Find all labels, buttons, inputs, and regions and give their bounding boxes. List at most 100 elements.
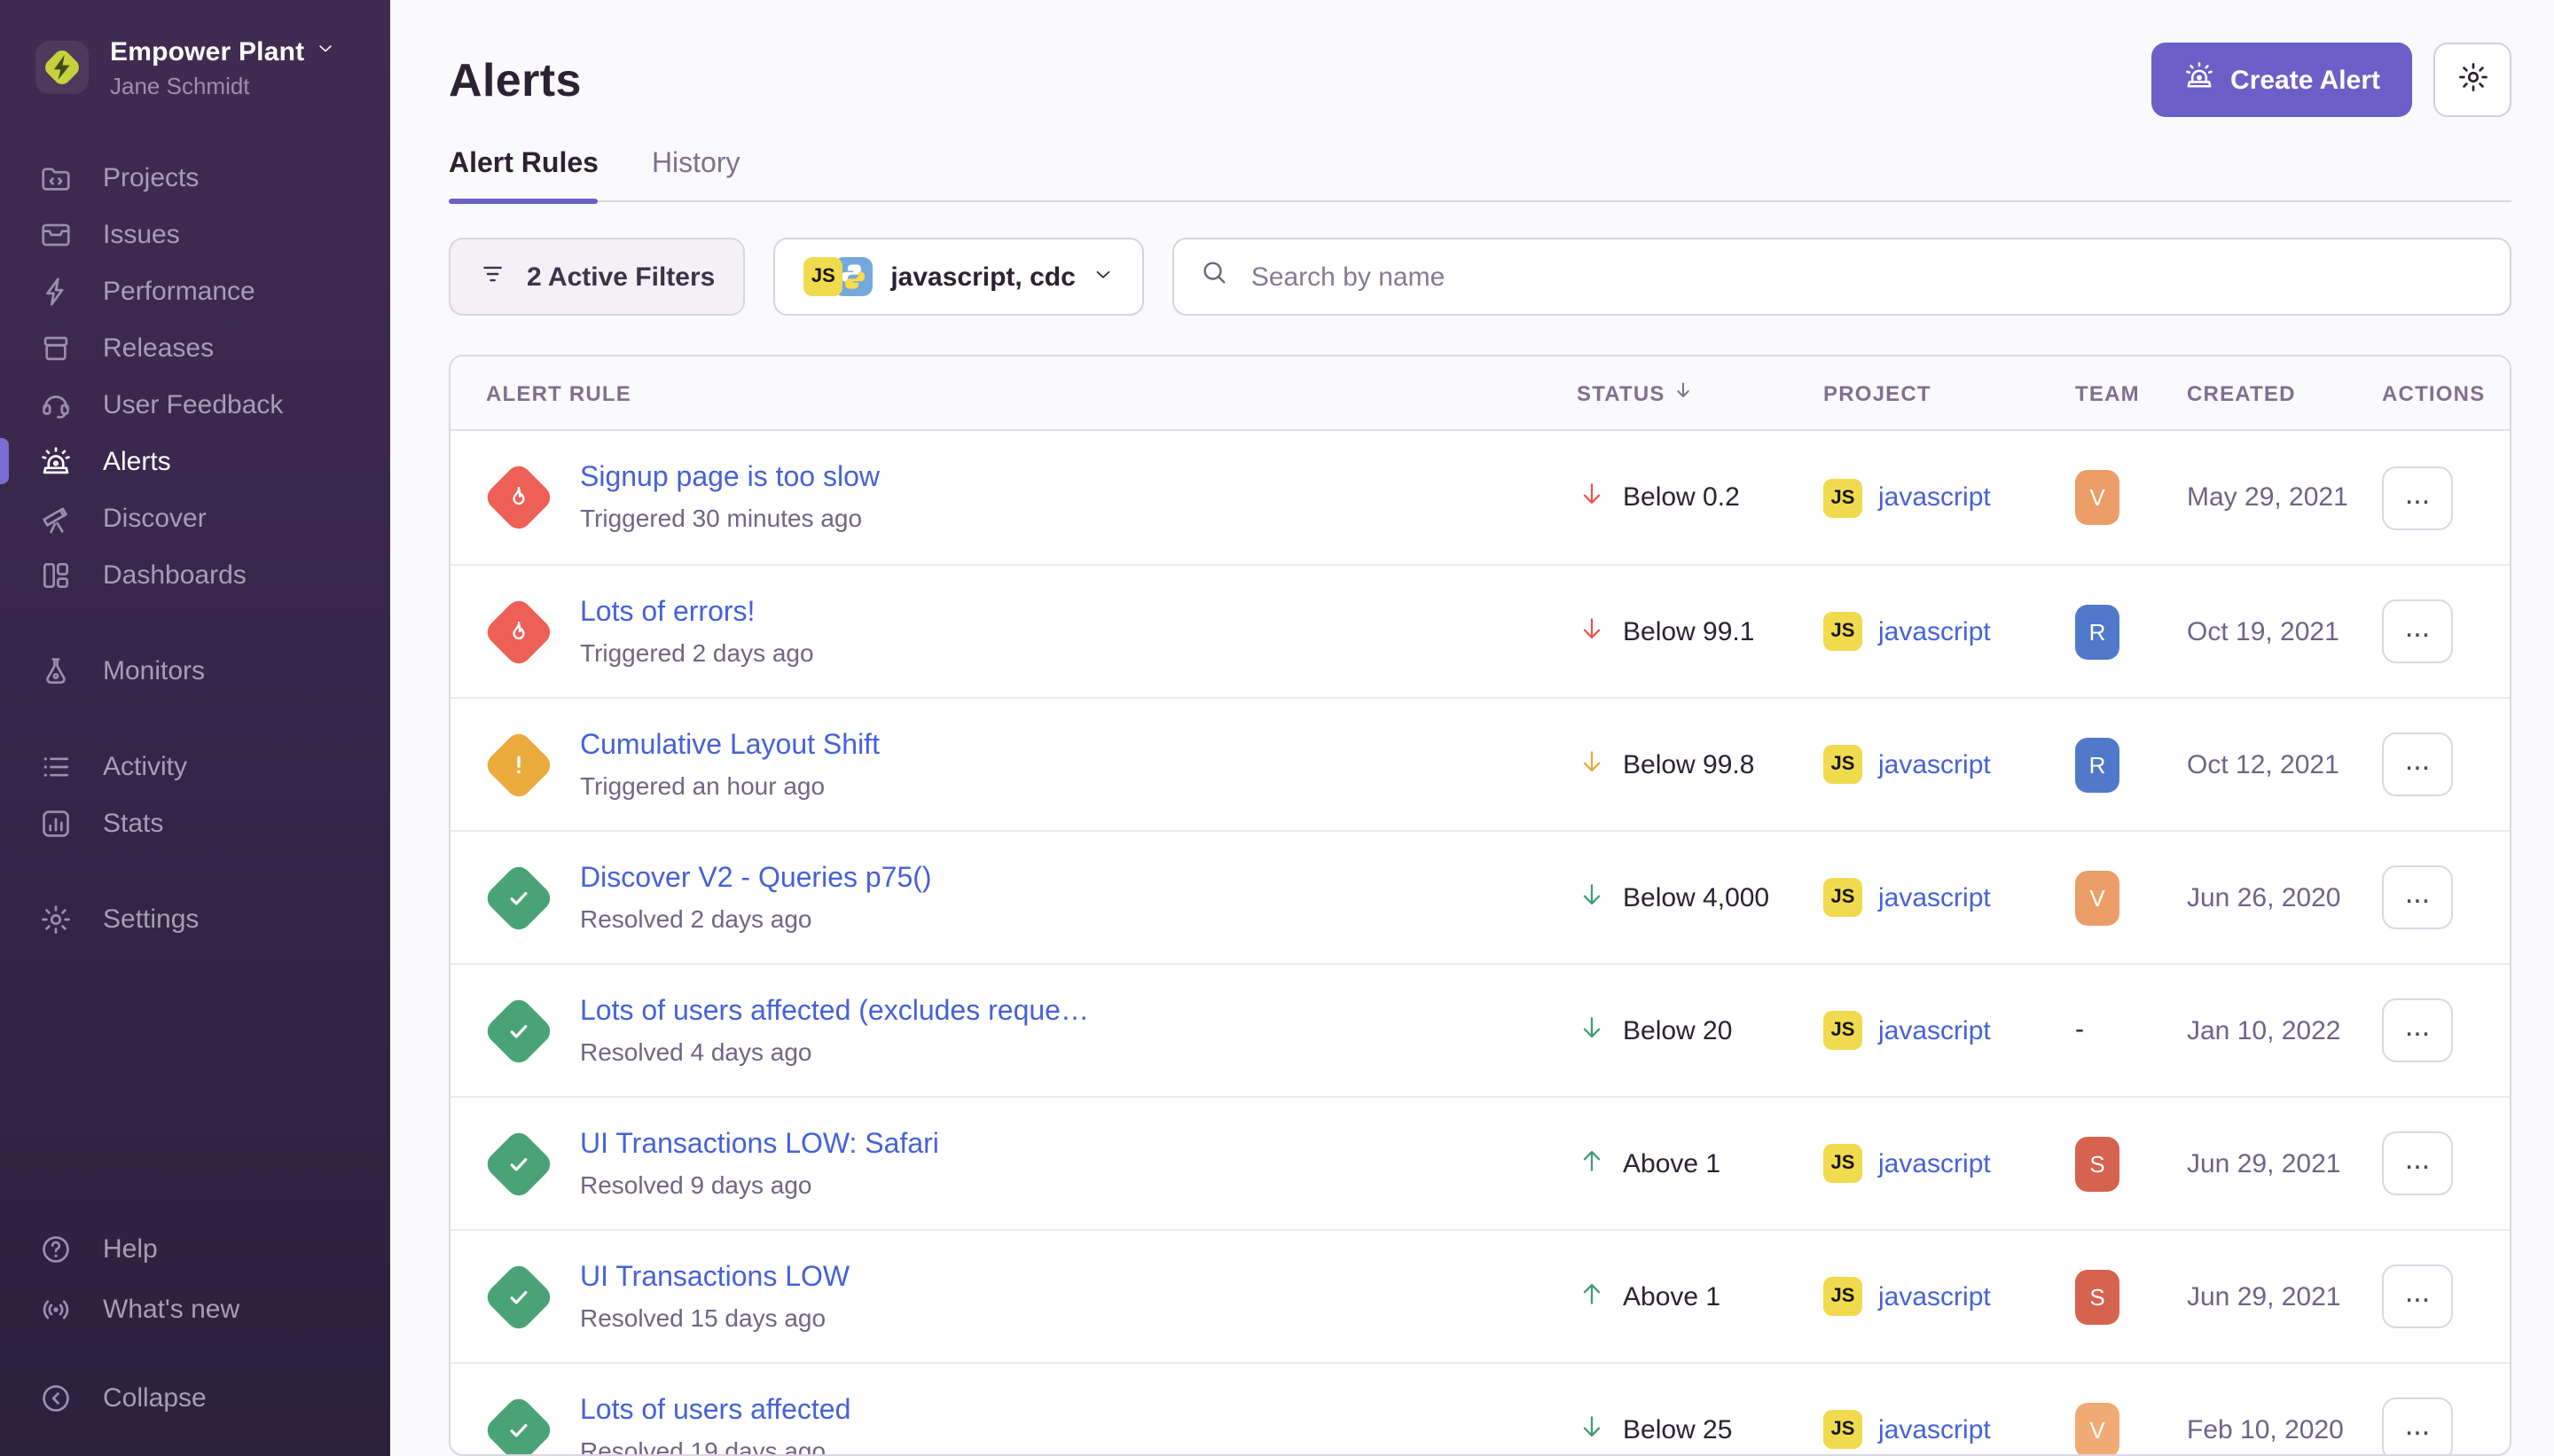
sidebar-collapse-button[interactable]: Collapse [0, 1367, 390, 1428]
created-date: Jun 29, 2021 [2187, 1149, 2382, 1179]
sidebar-item-label: Issues [103, 219, 180, 249]
alert-rule-detail: Triggered an hour ago [580, 771, 880, 800]
org-name: Empower Plant [110, 36, 304, 67]
row-actions-button[interactable]: ... [2382, 600, 2453, 664]
severity-check-icon [482, 1394, 555, 1456]
tab-alert-rules[interactable]: Alert Rules [449, 150, 599, 201]
sidebar-item-label: Monitors [103, 655, 205, 685]
sidebar-item-monitors[interactable]: Monitors [0, 642, 390, 699]
javascript-project-icon: JS [1823, 746, 1862, 785]
alert-rule-link[interactable]: UI Transactions LOW [580, 1263, 850, 1295]
table-row: Cumulative Layout Shift Triggered an hour… [450, 698, 2510, 831]
sidebar-item-label: Discover [103, 503, 207, 533]
column-header-alert-rule: Alert Rule [450, 381, 1577, 406]
sidebar-item-projects[interactable]: Projects [0, 149, 390, 206]
performance-icon [35, 274, 74, 308]
table-header-row: Alert RuleStatusProjectTeamCreatedAction… [450, 357, 2510, 432]
team-avatar[interactable]: V [2075, 871, 2119, 926]
help-icon [35, 1232, 74, 1265]
flame-icon [504, 617, 534, 647]
project-link[interactable]: javascript [1878, 617, 1991, 647]
sidebar-item-activity[interactable]: Activity [0, 738, 390, 795]
arrow-down-icon [1577, 880, 1607, 917]
sidebar-item-settings[interactable]: Settings [0, 890, 390, 947]
filter-bar: 2 Active Filters JS javascript, cdc [449, 239, 2511, 317]
team-avatar[interactable]: R [2075, 605, 2119, 660]
monitors-icon [35, 654, 74, 687]
status-value: Below 99.8 [1623, 750, 1754, 780]
row-actions-button[interactable]: ... [2382, 1132, 2453, 1196]
project-link[interactable]: javascript [1878, 750, 1991, 780]
settings-icon [35, 902, 74, 935]
arrow-down-icon [1577, 614, 1607, 651]
row-actions-button[interactable]: ... [2382, 866, 2453, 930]
table-row: Lots of users affectedResolved 19 days a… [450, 1363, 2510, 1456]
sidebar-item-performance[interactable]: Performance [0, 262, 390, 319]
project-link[interactable]: javascript [1878, 1415, 1991, 1445]
project-link[interactable]: javascript [1878, 1282, 1991, 1312]
row-actions-button[interactable]: ... [2382, 999, 2453, 1063]
collapse-icon [35, 1381, 74, 1414]
alert-rule-detail: Triggered 30 minutes ago [580, 505, 880, 533]
team-avatar[interactable]: V [2075, 1403, 2119, 1456]
alert-rule-link[interactable]: Signup page is too slow [580, 464, 880, 496]
table-row: Lots of users affected (excludes reque…R… [450, 964, 2510, 1097]
tab-history[interactable]: History [652, 150, 740, 201]
project-link[interactable]: javascript [1878, 483, 1991, 513]
project-link[interactable]: javascript [1878, 1016, 1991, 1046]
org-switcher[interactable]: Empower Plant Jane Schmidt [0, 0, 390, 117]
sidebar-item-stats[interactable]: Stats [0, 795, 390, 851]
row-actions-button[interactable]: ... [2382, 466, 2453, 530]
alert-rule-link[interactable]: Cumulative Layout Shift [580, 731, 880, 763]
main-content: Alerts Create Alert Alert RulesHistory 2… [390, 0, 2554, 1456]
alert-rule-link[interactable]: UI Transactions LOW: Safari [580, 1130, 939, 1162]
sidebar-item-discover[interactable]: Discover [0, 489, 390, 546]
sidebar-item-label: User Feedback [103, 389, 283, 419]
sidebar-item-label: Performance [103, 276, 255, 306]
project-selector[interactable]: JS javascript, cdc [773, 239, 1144, 317]
search-input[interactable] [1248, 261, 2485, 294]
row-actions-button[interactable]: ... [2382, 1398, 2453, 1456]
alert-rule-link[interactable]: Lots of errors! [580, 598, 814, 630]
alert-rule-link[interactable]: Lots of users affected (excludes reque… [580, 997, 1089, 1029]
sort-desc-icon [1673, 380, 1694, 407]
sidebar-item-label: What's new [103, 1294, 239, 1324]
sidebar-item-alerts[interactable]: Alerts [0, 433, 390, 489]
filter-lines-icon [479, 259, 509, 296]
created-date: Jun 29, 2021 [2187, 1282, 2382, 1312]
sidebar-item-dashboards[interactable]: Dashboards [0, 546, 390, 603]
column-header-status[interactable]: Status [1577, 380, 1823, 407]
alert-rule-link[interactable]: Discover V2 - Queries p75() [580, 864, 932, 896]
table-body: Signup page is too slow Triggered 30 minu… [450, 432, 2510, 1456]
team-none: - [2075, 1015, 2084, 1045]
arrow-down-icon [1577, 1412, 1607, 1449]
team-avatar[interactable]: S [2075, 1270, 2119, 1325]
alert-rule-detail: Triggered 2 days ago [580, 638, 814, 667]
team-avatar[interactable]: R [2075, 738, 2119, 793]
project-link[interactable]: javascript [1878, 1149, 1991, 1179]
status-value: Below 99.1 [1623, 617, 1754, 647]
sidebar-item-help[interactable]: Help [0, 1218, 390, 1279]
severity-flame-icon [482, 596, 555, 669]
column-header-created: Created [2187, 381, 2382, 406]
alerts-settings-button[interactable] [2433, 43, 2511, 117]
status-value: Above 1 [1623, 1149, 1720, 1179]
alert-rule-link[interactable]: Lots of users affected [580, 1396, 850, 1428]
sidebar-item-label: Stats [103, 808, 163, 838]
create-alert-button[interactable]: Create Alert [2151, 43, 2412, 117]
sidebar-item-user-feedback[interactable]: User Feedback [0, 376, 390, 433]
status-value: Below 20 [1623, 1016, 1732, 1046]
javascript-project-icon: JS [1823, 1411, 1862, 1450]
javascript-project-icon: JS [1823, 1278, 1862, 1317]
sidebar-item-releases[interactable]: Releases [0, 319, 390, 376]
row-actions-button[interactable]: ... [2382, 1265, 2453, 1329]
project-link[interactable]: javascript [1878, 883, 1991, 913]
row-actions-button[interactable]: ... [2382, 733, 2453, 797]
sidebar-item-what-s-new[interactable]: What's new [0, 1279, 390, 1339]
alert-rules-table: Alert RuleStatusProjectTeamCreatedAction… [449, 356, 2511, 1456]
active-filters-button[interactable]: 2 Active Filters [449, 239, 745, 317]
team-avatar[interactable]: V [2075, 471, 2119, 526]
column-header-label: Actions [2382, 381, 2485, 406]
sidebar-item-issues[interactable]: Issues [0, 206, 390, 262]
team-avatar[interactable]: S [2075, 1137, 2119, 1192]
